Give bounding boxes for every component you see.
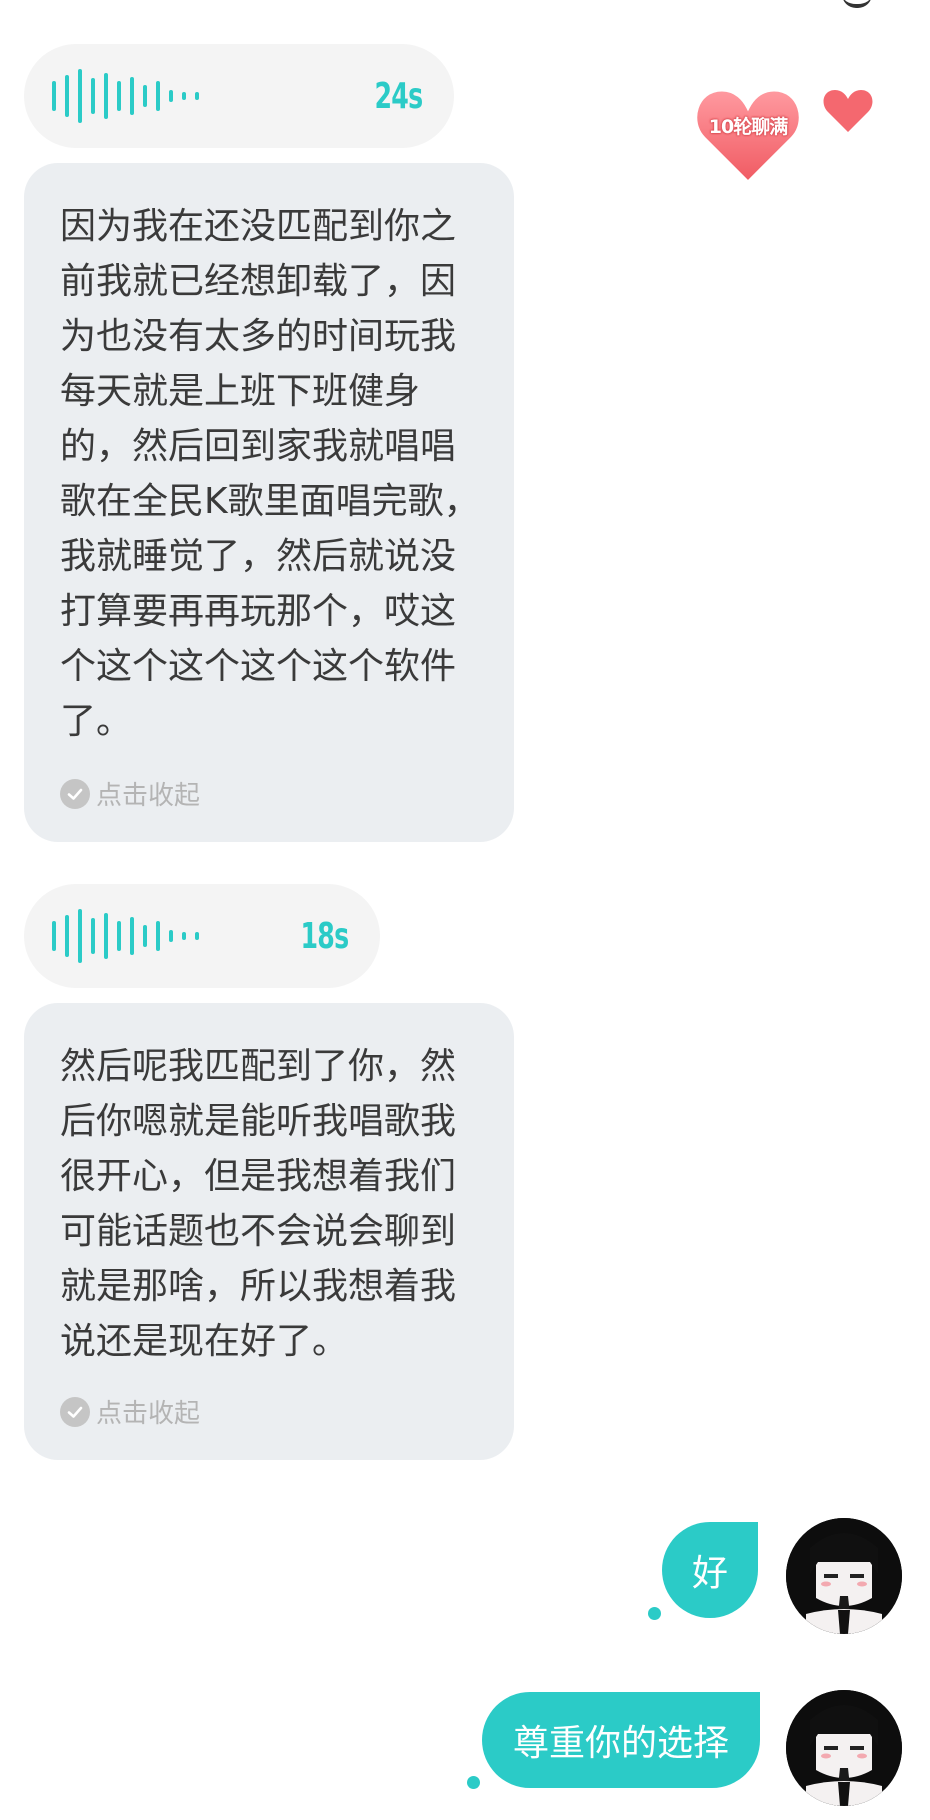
outgoing-message-1[interactable]: 好 bbox=[662, 1522, 758, 1618]
transcript-text: 因为我在还没匹配到你之前我就已经想卸载了，因为也没有太多的时间玩我每天就是上班下… bbox=[60, 206, 480, 742]
avatar[interactable] bbox=[786, 1690, 902, 1806]
collapse-label: 点击收起 bbox=[96, 1399, 201, 1429]
sent-status-dot bbox=[467, 1776, 480, 1789]
avatar[interactable] bbox=[786, 1518, 902, 1634]
outgoing-message-2[interactable]: 尊重你的选择 bbox=[482, 1692, 760, 1788]
voice-duration: 18s bbox=[300, 915, 349, 957]
transcript-text: 然后呢我匹配到了你，然后你嗯就是能听我唱歌我很开心，但是我想着我们可能话题也不会… bbox=[60, 1046, 457, 1362]
heart-badge-icon: 10轮聊满 bbox=[692, 82, 804, 186]
collapse-button[interactable]: 点击收起 bbox=[60, 775, 200, 812]
collapse-button[interactable]: 点击收起 bbox=[60, 1393, 200, 1430]
collapse-label: 点击收起 bbox=[96, 781, 201, 811]
voice-message-1[interactable]: 24s bbox=[24, 44, 454, 148]
heart-icon[interactable] bbox=[822, 88, 874, 134]
sent-status-dot bbox=[648, 1607, 661, 1620]
voice-message-2[interactable]: 18s bbox=[24, 884, 380, 988]
voice-waveform-icon bbox=[52, 906, 199, 966]
check-circle-icon bbox=[60, 778, 90, 809]
badge-label: 10轮聊满 bbox=[708, 116, 788, 138]
check-circle-icon bbox=[60, 1396, 90, 1427]
voice-waveform-icon bbox=[52, 66, 199, 126]
voice-duration: 24s bbox=[374, 75, 423, 117]
chat-screen: 24s 因为我在还没匹配到你之前我就已经想卸载了，因为也没有太多的时间玩我每天就… bbox=[0, 0, 930, 1820]
transcript-bubble-2: 然后呢我匹配到了你，然后你嗯就是能听我唱歌我很开心，但是我想着我们可能话题也不会… bbox=[24, 1003, 514, 1460]
transcript-bubble-1: 因为我在还没匹配到你之前我就已经想卸载了，因为也没有太多的时间玩我每天就是上班下… bbox=[24, 163, 514, 842]
partial-icon-top bbox=[842, 0, 872, 8]
